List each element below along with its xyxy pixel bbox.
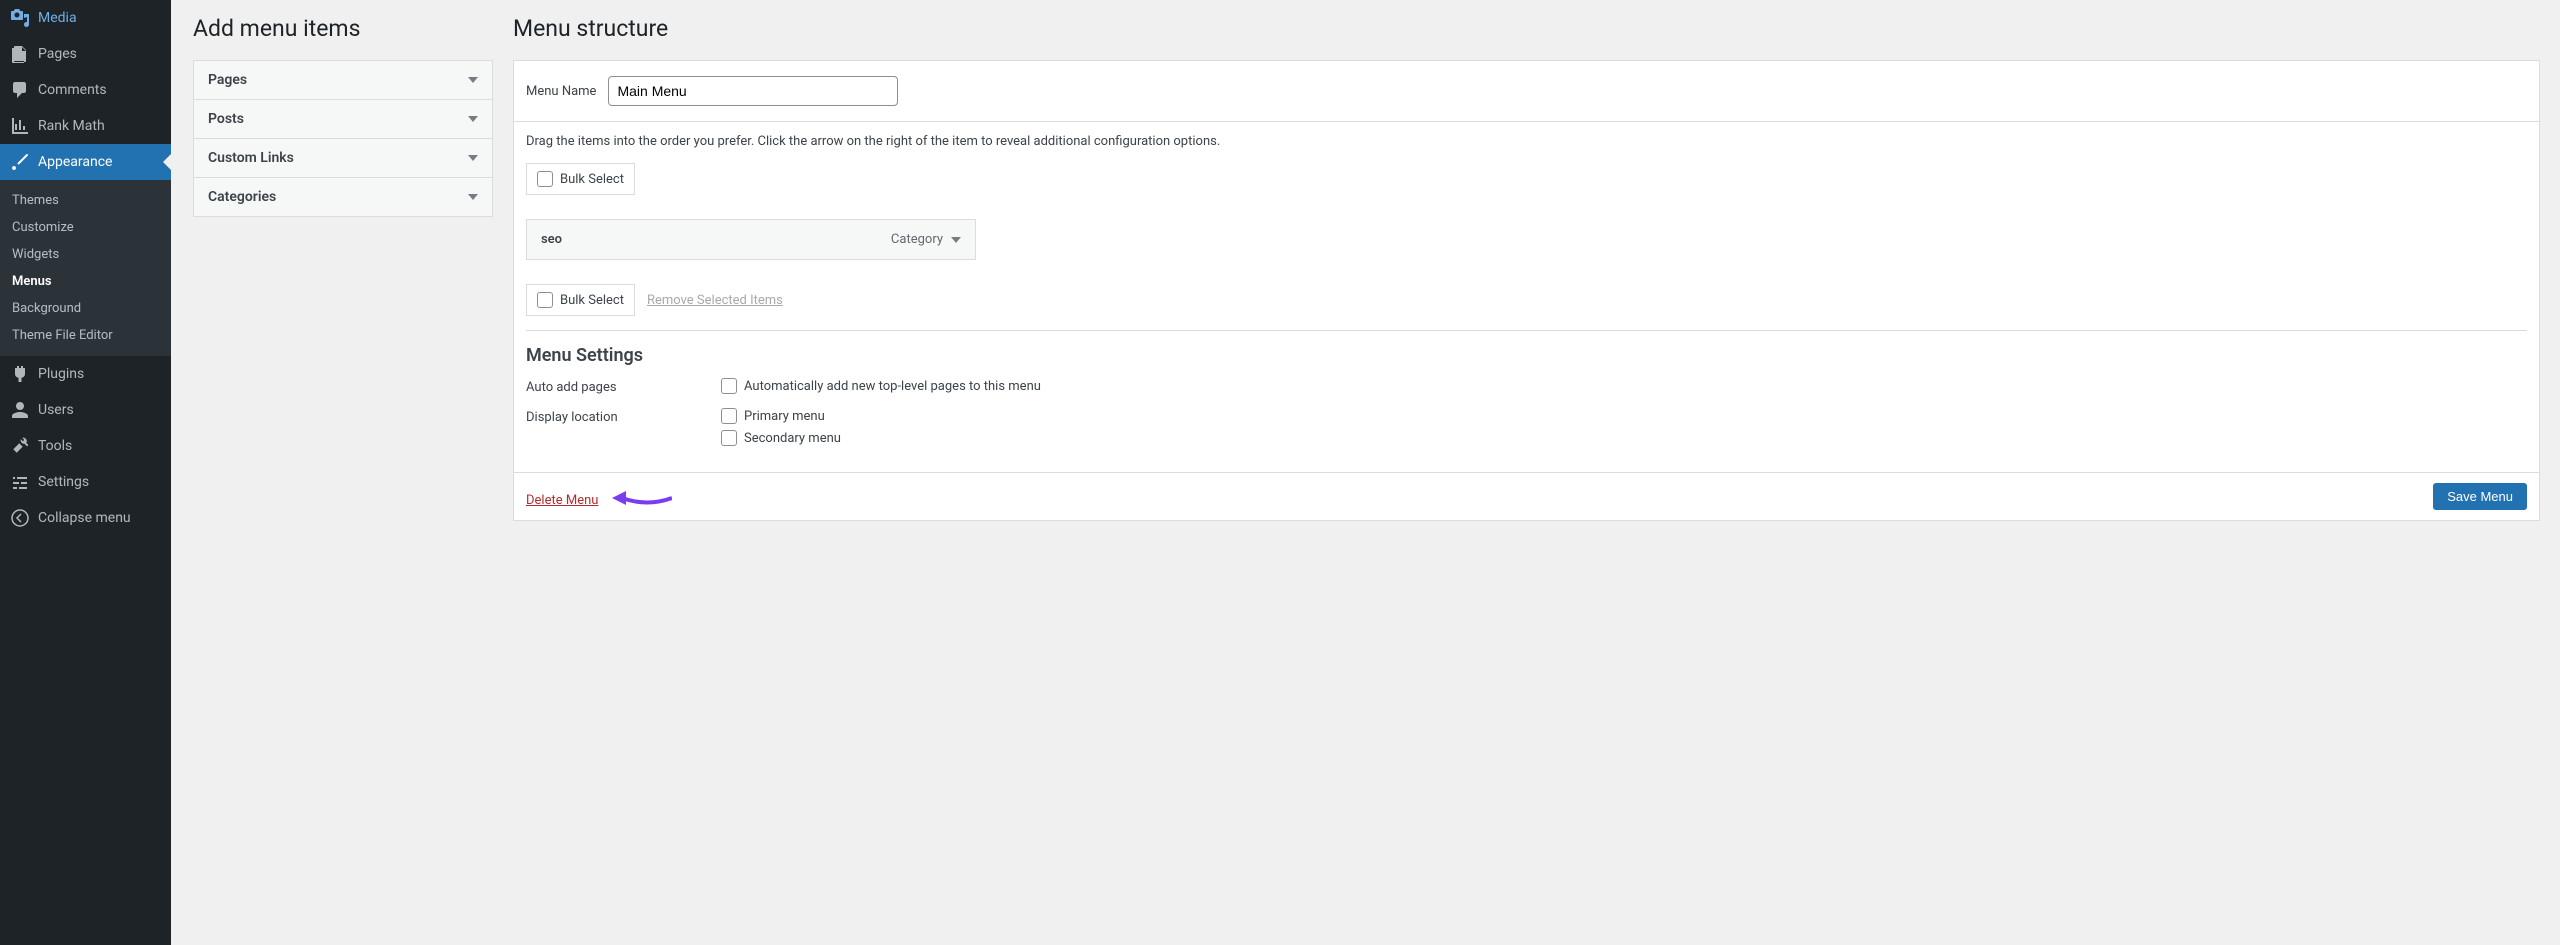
chevron-down-icon[interactable] (951, 237, 961, 243)
sidebar-item-settings[interactable]: Settings (0, 464, 171, 500)
sidebar-item-plugins[interactable]: Plugins (0, 356, 171, 392)
auto-add-row: Auto add pages Automatically add new top… (526, 378, 2527, 400)
sidebar-item-collapse[interactable]: Collapse menu (0, 500, 171, 536)
bulk-select-top[interactable]: Bulk Select (526, 163, 635, 195)
sidebar-item-comments[interactable]: Comments (0, 72, 171, 108)
primary-text: Primary menu (744, 409, 825, 424)
auto-add-option[interactable]: Automatically add new top-level pages to… (721, 378, 2527, 394)
menu-structure-column: Menu structure Menu Name Drag the items … (513, 0, 2540, 925)
menu-header: Menu Name (514, 61, 2539, 122)
menu-footer: Delete Menu Save Menu (514, 472, 2539, 520)
sidebar-label: Settings (38, 474, 89, 490)
sidebar-label: Pages (38, 46, 77, 62)
sidebar-item-media[interactable]: Media (0, 0, 171, 36)
menu-item-seo[interactable]: seo Category (526, 219, 976, 260)
collapse-icon (10, 508, 30, 528)
sidebar-label: Media (38, 10, 77, 26)
bulk-select-bottom-row: Bulk Select Remove Selected Items (526, 284, 2527, 316)
sidebar-label: Users (38, 402, 74, 418)
sidebar-item-appearance[interactable]: Appearance (0, 144, 171, 180)
delete-menu-link[interactable]: Delete Menu (526, 493, 598, 508)
display-location-row: Display location Primary menu Secondary … (526, 408, 2527, 452)
secondary-option[interactable]: Secondary menu (721, 430, 2527, 446)
menu-name-label: Menu Name (526, 84, 596, 99)
media-icon (10, 8, 30, 28)
secondary-checkbox[interactable] (721, 430, 737, 446)
auto-add-text: Automatically add new top-level pages to… (744, 379, 1041, 394)
sidebar-item-tools[interactable]: Tools (0, 428, 171, 464)
primary-option[interactable]: Primary menu (721, 408, 2527, 424)
menu-item-type: Category (891, 232, 961, 247)
auto-add-checkbox[interactable] (721, 378, 737, 394)
sidebar-label: Plugins (38, 366, 84, 382)
bulk-select-bottom[interactable]: Bulk Select (526, 284, 635, 316)
plug-icon (10, 364, 30, 384)
chevron-down-icon (468, 116, 478, 122)
remove-selected-link[interactable]: Remove Selected Items (647, 293, 783, 308)
sliders-icon (10, 472, 30, 492)
menu-panel: Menu Name Drag the items into the order … (513, 60, 2540, 521)
accordion-label: Categories (208, 189, 276, 205)
accordion-label: Posts (208, 111, 244, 127)
display-location-label: Display location (526, 408, 721, 425)
sidebar-label: Collapse menu (38, 510, 131, 526)
chevron-down-icon (468, 155, 478, 161)
primary-checkbox[interactable] (721, 408, 737, 424)
accordion: Pages Posts Custom Links Categories (193, 60, 493, 217)
submenu-theme-file-editor[interactable]: Theme File Editor (0, 322, 171, 349)
user-icon (10, 400, 30, 420)
auto-add-label: Auto add pages (526, 378, 721, 395)
chart-icon (10, 116, 30, 136)
brush-icon (10, 152, 30, 172)
sidebar-label: Appearance (38, 154, 112, 170)
sidebar-label: Tools (38, 438, 72, 454)
separator (526, 330, 2527, 331)
accordion-custom-links[interactable]: Custom Links (194, 139, 492, 178)
add-items-title: Add menu items (193, 15, 493, 42)
submenu-customize[interactable]: Customize (0, 214, 171, 241)
submenu-background[interactable]: Background (0, 295, 171, 322)
submenu-widgets[interactable]: Widgets (0, 241, 171, 268)
secondary-text: Secondary menu (744, 431, 841, 446)
sidebar-item-pages[interactable]: Pages (0, 36, 171, 72)
sidebar-item-rankmath[interactable]: Rank Math (0, 108, 171, 144)
bulk-select-checkbox[interactable] (537, 171, 553, 187)
chevron-down-icon (468, 77, 478, 83)
submenu-menus[interactable]: Menus (0, 268, 171, 295)
appearance-submenu: Themes Customize Widgets Menus Backgroun… (0, 180, 171, 356)
pages-icon (10, 44, 30, 64)
structure-title: Menu structure (513, 15, 2540, 42)
chevron-down-icon (468, 194, 478, 200)
admin-sidebar: Media Pages Comments Rank Math Appearanc… (0, 0, 171, 945)
accordion-pages[interactable]: Pages (194, 61, 492, 100)
comments-icon (10, 80, 30, 100)
bulk-select-label: Bulk Select (560, 172, 624, 187)
bulk-select-label: Bulk Select (560, 293, 624, 308)
wrench-icon (10, 436, 30, 456)
menu-name-input[interactable] (608, 76, 898, 106)
accordion-posts[interactable]: Posts (194, 100, 492, 139)
instructions-text: Drag the items into the order you prefer… (526, 134, 2527, 149)
main-content: Add menu items Pages Posts Custom Links … (171, 0, 2560, 945)
add-menu-items-column: Add menu items Pages Posts Custom Links … (193, 0, 493, 925)
bulk-select-checkbox[interactable] (537, 292, 553, 308)
sidebar-item-users[interactable]: Users (0, 392, 171, 428)
menu-item-title: seo (541, 232, 562, 247)
accordion-label: Custom Links (208, 150, 294, 166)
sidebar-label: Comments (38, 82, 107, 98)
accordion-categories[interactable]: Categories (194, 178, 492, 216)
accordion-label: Pages (208, 72, 247, 88)
save-menu-button[interactable]: Save Menu (2433, 483, 2527, 510)
arrow-annotation-icon (612, 489, 672, 511)
menu-body: Drag the items into the order you prefer… (514, 122, 2539, 472)
submenu-themes[interactable]: Themes (0, 187, 171, 214)
sidebar-label: Rank Math (38, 118, 105, 134)
menu-settings-title: Menu Settings (526, 345, 2527, 366)
delete-menu-wrap: Delete Menu (526, 486, 672, 508)
